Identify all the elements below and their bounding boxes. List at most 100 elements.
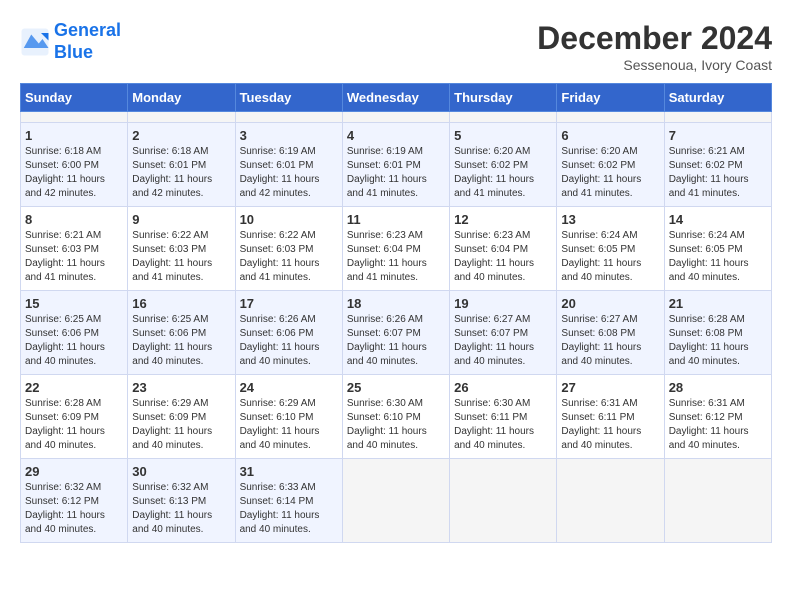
calendar-cell: 1Sunrise: 6:18 AMSunset: 6:00 PMDaylight…	[21, 123, 128, 207]
calendar-cell	[342, 112, 449, 123]
calendar-cell: 25Sunrise: 6:30 AMSunset: 6:10 PMDayligh…	[342, 375, 449, 459]
calendar-cell	[450, 112, 557, 123]
day-info: Sunrise: 6:27 AMSunset: 6:07 PMDaylight:…	[454, 313, 552, 369]
day-number: 12	[454, 212, 552, 227]
day-number: 21	[669, 296, 767, 311]
calendar-cell: 9 Sunrise: 6:22 AMSunset: 6:03 PMDaylight…	[128, 207, 235, 291]
day-info: Sunrise: 6:20 AMSunset: 6:02 PMDaylight:…	[561, 145, 659, 201]
day-info: Sunrise: 6:19 AMSunset: 6:01 PMDaylight:…	[240, 145, 338, 201]
day-info: Sunrise: 6:18 AMSunset: 6:01 PMDaylight:…	[132, 145, 230, 201]
calendar-cell: 23 Sunrise: 6:29 AMSunset: 6:09 PMDayligh…	[128, 375, 235, 459]
calendar-cell: 18 Sunrise: 6:26 AMSunset: 6:07 PMDayligh…	[342, 291, 449, 375]
day-number: 7	[669, 128, 767, 143]
day-info: Sunrise: 6:26 AMSunset: 6:07 PMDaylight:…	[347, 313, 445, 369]
day-number: 26	[454, 380, 552, 395]
day-info: Sunrise: 6:28 AMSunset: 6:08 PMDaylight:…	[669, 313, 767, 369]
day-info: Sunrise: 6:32 AMSunset: 6:12 PMDaylight:…	[25, 481, 123, 537]
calendar-cell: 20Sunrise: 6:27 AMSunset: 6:08 PMDayligh…	[557, 291, 664, 375]
calendar-cell: 29Sunrise: 6:32 AMSunset: 6:12 PMDayligh…	[21, 459, 128, 543]
day-number: 23	[132, 380, 230, 395]
calendar-cell: 16Sunrise: 6:25 AMSunset: 6:06 PMDayligh…	[128, 291, 235, 375]
day-info: Sunrise: 6:21 AMSunset: 6:02 PMDaylight:…	[669, 145, 767, 201]
weekday-header-monday: Monday	[128, 84, 235, 112]
calendar-cell	[21, 112, 128, 123]
calendar-cell: 7 Sunrise: 6:21 AMSunset: 6:02 PMDaylight…	[664, 123, 771, 207]
day-info: Sunrise: 6:23 AMSunset: 6:04 PMDaylight:…	[454, 229, 552, 285]
page-header: General Blue December 2024 Sessenoua, Iv…	[20, 20, 772, 73]
day-info: Sunrise: 6:25 AMSunset: 6:06 PMDaylight:…	[132, 313, 230, 369]
day-info: Sunrise: 6:22 AMSunset: 6:03 PMDaylight:…	[132, 229, 230, 285]
day-info: Sunrise: 6:19 AMSunset: 6:01 PMDaylight:…	[347, 145, 445, 201]
day-number: 11	[347, 212, 445, 227]
location: Sessenoua, Ivory Coast	[537, 57, 772, 73]
day-info: Sunrise: 6:20 AMSunset: 6:02 PMDaylight:…	[454, 145, 552, 201]
calendar-week-row: 29Sunrise: 6:32 AMSunset: 6:12 PMDayligh…	[21, 459, 772, 543]
calendar-cell	[557, 112, 664, 123]
logo-line2: Blue	[54, 42, 93, 62]
day-number: 17	[240, 296, 338, 311]
day-number: 31	[240, 464, 338, 479]
day-info: Sunrise: 6:24 AMSunset: 6:05 PMDaylight:…	[669, 229, 767, 285]
day-number: 2	[132, 128, 230, 143]
day-number: 10	[240, 212, 338, 227]
calendar-cell	[235, 112, 342, 123]
calendar-week-row	[21, 112, 772, 123]
calendar-cell	[664, 112, 771, 123]
day-number: 30	[132, 464, 230, 479]
weekday-header-friday: Friday	[557, 84, 664, 112]
day-info: Sunrise: 6:24 AMSunset: 6:05 PMDaylight:…	[561, 229, 659, 285]
calendar-cell: 14Sunrise: 6:24 AMSunset: 6:05 PMDayligh…	[664, 207, 771, 291]
calendar-cell	[128, 112, 235, 123]
day-info: Sunrise: 6:30 AMSunset: 6:10 PMDaylight:…	[347, 397, 445, 453]
day-number: 19	[454, 296, 552, 311]
day-info: Sunrise: 6:30 AMSunset: 6:11 PMDaylight:…	[454, 397, 552, 453]
day-info: Sunrise: 6:28 AMSunset: 6:09 PMDaylight:…	[25, 397, 123, 453]
weekday-header-tuesday: Tuesday	[235, 84, 342, 112]
calendar-cell	[450, 459, 557, 543]
day-info: Sunrise: 6:22 AMSunset: 6:03 PMDaylight:…	[240, 229, 338, 285]
day-number: 18	[347, 296, 445, 311]
calendar-cell: 4Sunrise: 6:19 AMSunset: 6:01 PMDaylight…	[342, 123, 449, 207]
calendar-cell: 28 Sunrise: 6:31 AMSunset: 6:12 PMDayligh…	[664, 375, 771, 459]
calendar-week-row: 1Sunrise: 6:18 AMSunset: 6:00 PMDaylight…	[21, 123, 772, 207]
calendar-cell: 10 Sunrise: 6:22 AMSunset: 6:03 PMDayligh…	[235, 207, 342, 291]
calendar-cell: 27Sunrise: 6:31 AMSunset: 6:11 PMDayligh…	[557, 375, 664, 459]
calendar-cell: 31Sunrise: 6:33 AMSunset: 6:14 PMDayligh…	[235, 459, 342, 543]
month-title: December 2024	[537, 20, 772, 57]
calendar-cell: 6 Sunrise: 6:20 AMSunset: 6:02 PMDaylight…	[557, 123, 664, 207]
logo-icon	[20, 27, 50, 57]
calendar-header-row: SundayMondayTuesdayWednesdayThursdayFrid…	[21, 84, 772, 112]
weekday-header-saturday: Saturday	[664, 84, 771, 112]
logo: General Blue	[20, 20, 121, 63]
calendar-cell: 21 Sunrise: 6:28 AMSunset: 6:08 PMDayligh…	[664, 291, 771, 375]
day-info: Sunrise: 6:27 AMSunset: 6:08 PMDaylight:…	[561, 313, 659, 369]
day-info: Sunrise: 6:25 AMSunset: 6:06 PMDaylight:…	[25, 313, 123, 369]
calendar-cell: 13 Sunrise: 6:24 AMSunset: 6:05 PMDayligh…	[557, 207, 664, 291]
day-info: Sunrise: 6:29 AMSunset: 6:09 PMDaylight:…	[132, 397, 230, 453]
day-number: 22	[25, 380, 123, 395]
calendar-week-row: 22 Sunrise: 6:28 AMSunset: 6:09 PMDayligh…	[21, 375, 772, 459]
day-number: 6	[561, 128, 659, 143]
weekday-header-thursday: Thursday	[450, 84, 557, 112]
calendar-table: SundayMondayTuesdayWednesdayThursdayFrid…	[20, 83, 772, 543]
day-number: 9	[132, 212, 230, 227]
day-info: Sunrise: 6:18 AMSunset: 6:00 PMDaylight:…	[25, 145, 123, 201]
calendar-cell: 3 Sunrise: 6:19 AMSunset: 6:01 PMDaylight…	[235, 123, 342, 207]
day-number: 8	[25, 212, 123, 227]
calendar-cell: 22 Sunrise: 6:28 AMSunset: 6:09 PMDayligh…	[21, 375, 128, 459]
logo-line1: General	[54, 20, 121, 40]
day-info: Sunrise: 6:31 AMSunset: 6:12 PMDaylight:…	[669, 397, 767, 453]
day-number: 5	[454, 128, 552, 143]
day-number: 3	[240, 128, 338, 143]
weekday-header-wednesday: Wednesday	[342, 84, 449, 112]
day-number: 13	[561, 212, 659, 227]
day-info: Sunrise: 6:23 AMSunset: 6:04 PMDaylight:…	[347, 229, 445, 285]
calendar-cell: 12 Sunrise: 6:23 AMSunset: 6:04 PMDayligh…	[450, 207, 557, 291]
day-info: Sunrise: 6:31 AMSunset: 6:11 PMDaylight:…	[561, 397, 659, 453]
day-info: Sunrise: 6:26 AMSunset: 6:06 PMDaylight:…	[240, 313, 338, 369]
calendar-cell: 26 Sunrise: 6:30 AMSunset: 6:11 PMDayligh…	[450, 375, 557, 459]
calendar-cell: 30Sunrise: 6:32 AMSunset: 6:13 PMDayligh…	[128, 459, 235, 543]
calendar-cell	[557, 459, 664, 543]
day-number: 28	[669, 380, 767, 395]
day-info: Sunrise: 6:21 AMSunset: 6:03 PMDaylight:…	[25, 229, 123, 285]
